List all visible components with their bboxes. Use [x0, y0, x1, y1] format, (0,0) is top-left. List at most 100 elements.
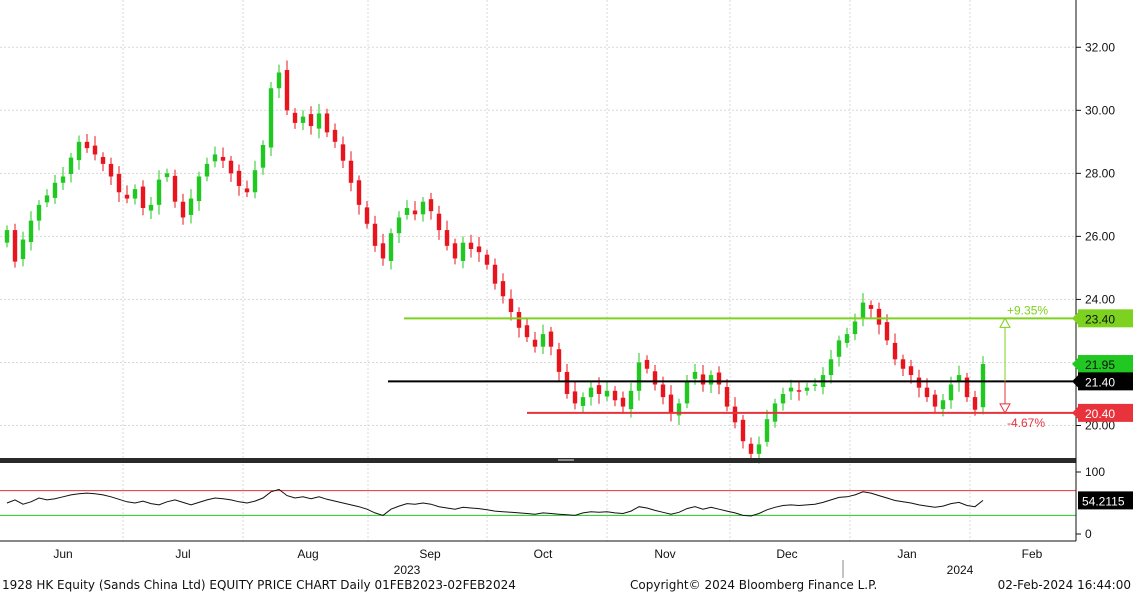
candle-body: [156, 179, 162, 205]
candle-body: [596, 385, 602, 394]
pane-divider-handle: [558, 459, 574, 461]
candle-body: [804, 387, 810, 391]
candle-body: [44, 195, 50, 203]
timestamp-text: 02-Feb-2024 16:44:00: [997, 578, 1131, 592]
y-tick-label: 30.00: [1085, 103, 1115, 117]
candle-body: [92, 145, 98, 155]
candle-body: [180, 201, 186, 218]
candle-body: [316, 113, 322, 129]
candle-body: [844, 334, 850, 343]
candle-body: [404, 208, 410, 215]
candle-body: [476, 246, 482, 253]
candle-body: [164, 173, 170, 178]
year-label: 2024: [947, 563, 974, 577]
candle-body: [836, 340, 842, 357]
candle-body: [852, 321, 858, 335]
candle-body: [332, 129, 338, 142]
axes: 20.0022.0024.0026.0028.0030.0032.000100J…: [0, 0, 1115, 578]
candle-body: [308, 114, 314, 127]
x-tick-label: Sep: [419, 547, 441, 561]
candle-body: [340, 144, 346, 161]
oscillator-line: [6, 488, 984, 517]
candle-body: [932, 394, 938, 407]
candle-body: [644, 359, 650, 369]
support-tag-label: 20.40: [1085, 407, 1115, 421]
candles: [4, 60, 986, 464]
candle-body: [300, 116, 306, 123]
resistance-tag-label: 23.40: [1085, 312, 1115, 326]
candle-body: [828, 359, 834, 376]
candle-body: [876, 308, 882, 325]
x-tick-label: Oct: [534, 547, 553, 561]
downside-arrow-head: [999, 403, 1011, 414]
candle-body: [628, 390, 634, 410]
candle-body: [412, 210, 418, 215]
candle-body: [556, 349, 562, 372]
chart-footer-title: 1928 HK Equity (Sands China Ltd) EQUITY …: [2, 578, 516, 592]
candle-body: [700, 374, 706, 385]
candle-body: [980, 364, 986, 408]
pivot-tag-pointer: [1072, 375, 1078, 388]
candle-body: [108, 163, 114, 177]
candle-body: [540, 334, 546, 347]
osc-tick-label: 100: [1085, 465, 1105, 479]
candle-body: [172, 175, 178, 202]
support-tag-pointer: [1072, 406, 1078, 419]
y-tick-label: 26.00: [1085, 229, 1115, 243]
candle-body: [244, 188, 250, 193]
candle-body: [116, 173, 122, 193]
candle-body: [796, 390, 802, 392]
candle-body: [148, 204, 154, 211]
oscillator: [0, 488, 1076, 517]
pane-divider: [0, 458, 1076, 463]
candle-body: [860, 302, 866, 319]
candle-body: [620, 397, 626, 407]
candle-body: [972, 397, 978, 410]
candle-body: [652, 371, 658, 385]
candle-body: [100, 156, 106, 164]
candle-body: [292, 112, 298, 123]
candle-body: [140, 186, 146, 209]
candle-body: [492, 264, 498, 284]
candle-body: [212, 154, 218, 162]
candle-body: [588, 387, 594, 398]
candle-body: [580, 397, 586, 406]
price-chart: +9.35%-4.67% 20.0022.0024.0026.0028.0030…: [0, 0, 1133, 578]
candle-body: [252, 170, 258, 193]
candle-body: [812, 384, 818, 387]
candle-body: [324, 113, 330, 133]
candle-body: [916, 377, 922, 388]
candle-body: [20, 239, 26, 260]
candle-body: [732, 406, 738, 423]
candle-body: [236, 170, 242, 186]
candle-body: [516, 312, 522, 328]
candle-body: [388, 233, 394, 261]
candle-body: [940, 400, 946, 410]
candle-body: [484, 254, 490, 265]
candle-body: [548, 331, 554, 347]
osc-tick-label: 0: [1085, 527, 1092, 541]
candle-body: [12, 230, 18, 262]
candle-body: [420, 201, 426, 215]
candle-body: [284, 69, 290, 111]
candle-body: [364, 207, 370, 224]
osc-value-label: 54.2115: [1082, 494, 1125, 508]
candle-body: [868, 305, 874, 309]
candle-body: [52, 182, 58, 198]
candle-body: [268, 88, 274, 148]
candle-body: [372, 223, 378, 246]
current-price-tag-pointer: [1072, 358, 1078, 371]
candle-body: [764, 419, 770, 442]
candle-body: [572, 391, 578, 404]
candle-body: [228, 160, 234, 174]
candle-body: [724, 387, 730, 407]
candle-body: [124, 194, 130, 199]
candle-body: [780, 393, 786, 404]
candle-body: [196, 176, 202, 202]
candle-body: [468, 242, 474, 249]
candle-body: [788, 387, 794, 392]
candle-body: [740, 419, 746, 442]
candle-body: [460, 242, 466, 261]
candle-body: [220, 156, 226, 161]
x-tick-label: Jun: [53, 547, 72, 561]
